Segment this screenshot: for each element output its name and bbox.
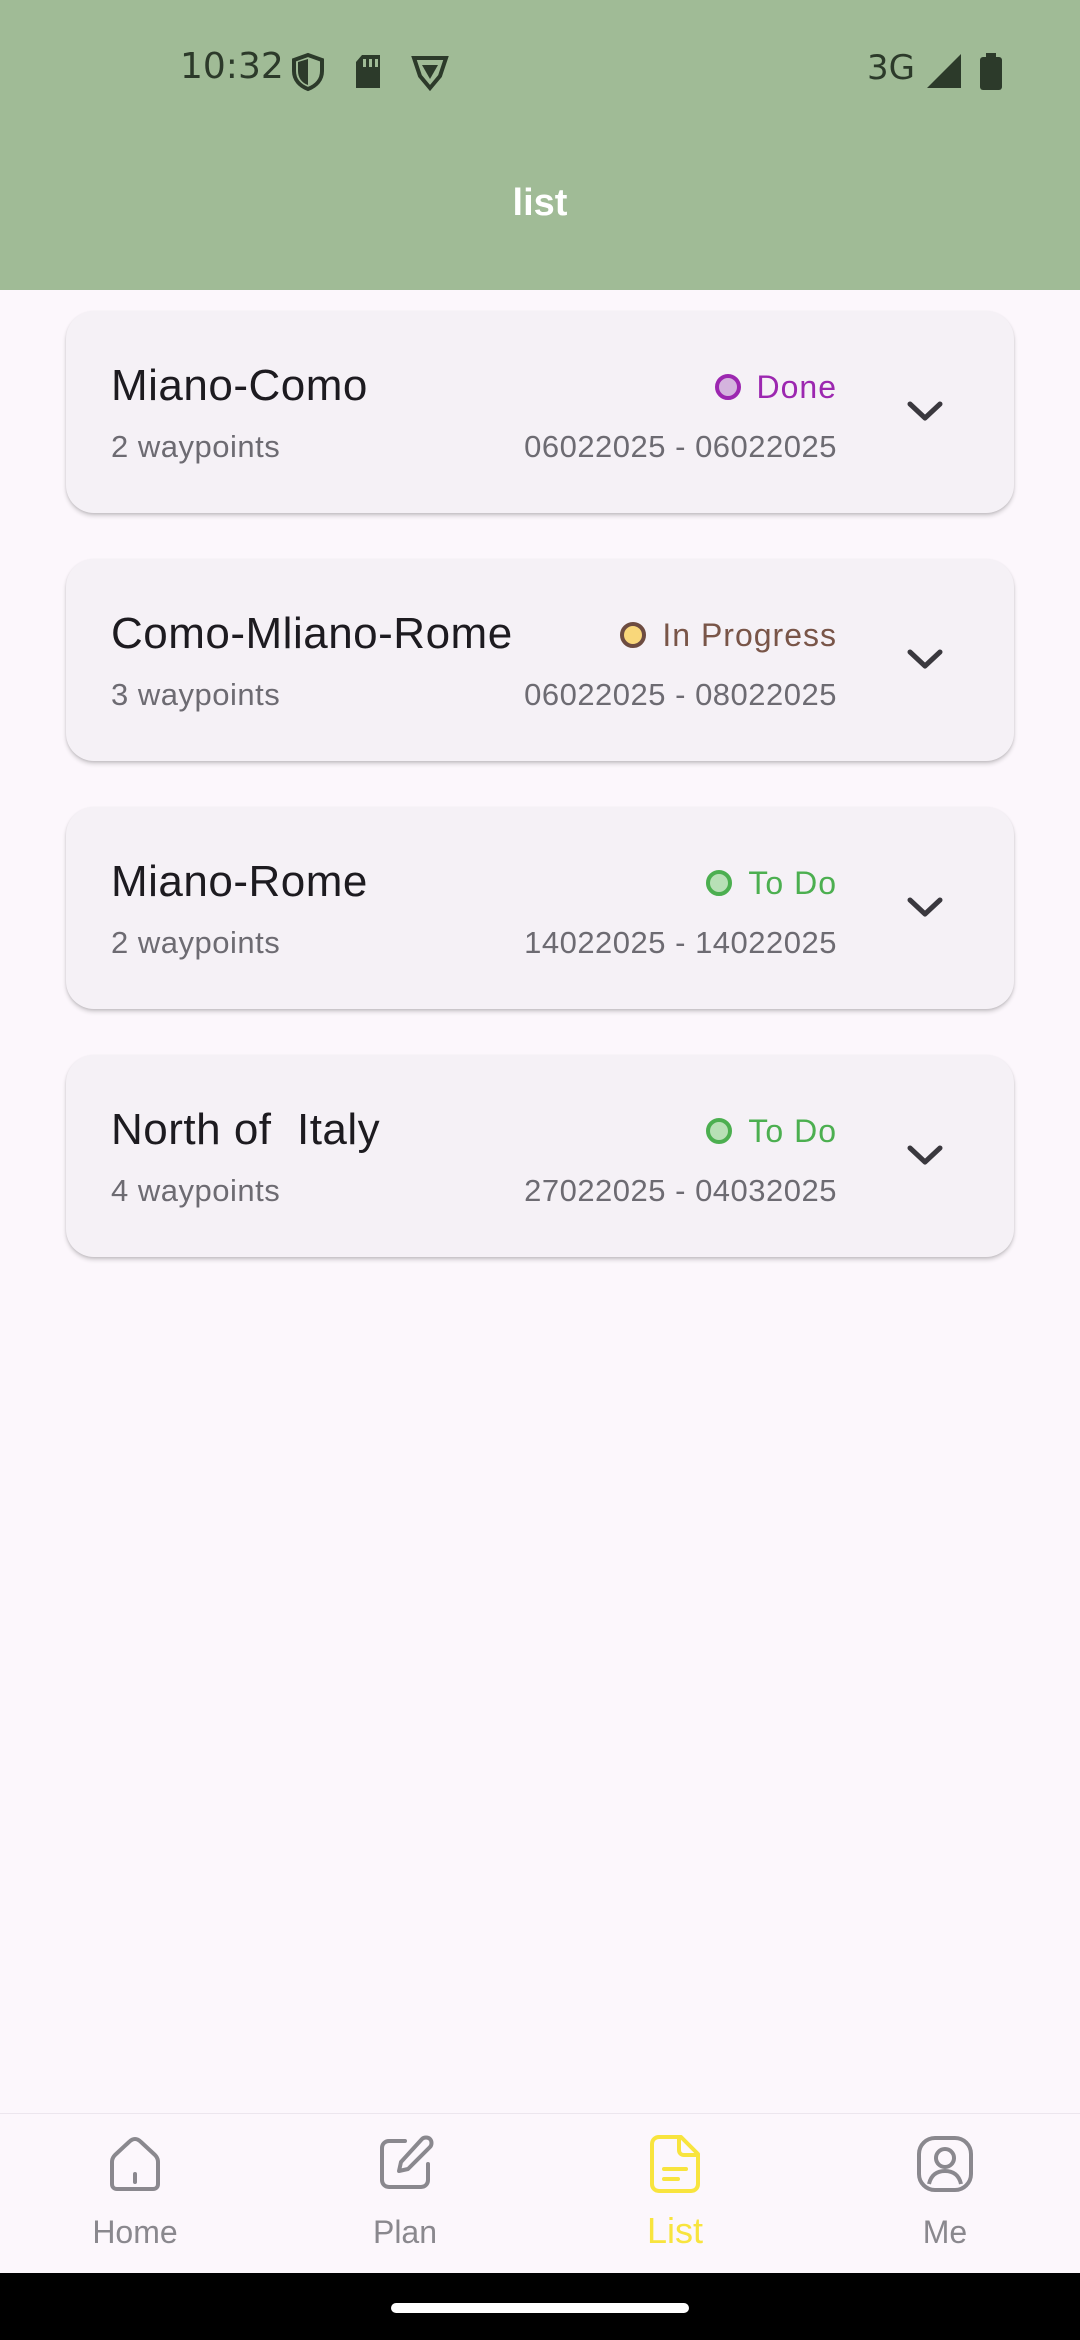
trip-waypoints: 2 waypoints	[111, 925, 281, 960]
chevron-down-icon	[907, 897, 943, 917]
trip-name: North of Italy	[111, 1105, 381, 1154]
status-bar: 10:32 3G	[0, 40, 1080, 104]
home-indicator[interactable]	[391, 2303, 689, 2313]
trip-dates: 14022025 - 14022025	[524, 925, 837, 960]
nav-item-list[interactable]: List	[540, 2114, 810, 2274]
signal-icon	[925, 52, 963, 95]
network-type: 3G	[867, 48, 915, 88]
nav-label-home: Home	[92, 2214, 178, 2250]
chevron-down-icon	[907, 1145, 943, 1165]
nav-label-list: List	[646, 2210, 704, 2251]
nav-item-plan[interactable]: Plan	[270, 2114, 540, 2274]
status-time: 10:32	[180, 46, 284, 87]
nav-item-me[interactable]: Me	[810, 2114, 1080, 2274]
expand-button[interactable]	[902, 389, 948, 435]
user-icon	[917, 2136, 973, 2192]
edit-icon	[380, 2135, 434, 2189]
app-bar: 10:32 3G list	[0, 0, 1080, 290]
vpn-shield-icon	[410, 52, 450, 97]
trip-waypoints: 3 waypoints	[111, 677, 281, 712]
status-dot	[706, 870, 733, 896]
battery-icon	[978, 52, 1004, 97]
trip-waypoints: 2 waypoints	[111, 429, 281, 464]
trip-dates: 27022025 - 04032025	[524, 1173, 837, 1208]
trip-name: Miano-Rome	[111, 857, 368, 906]
trip-name: Miano-Como	[111, 361, 368, 410]
system-gesture-bar	[0, 2273, 1080, 2340]
trip-name: Como-Mliano-Rome	[111, 609, 513, 658]
chevron-down-icon	[907, 401, 943, 421]
trip-dates: 06022025 - 08022025	[524, 677, 837, 712]
status-dot	[620, 622, 647, 648]
nav-label-me: Me	[922, 2214, 968, 2250]
expand-button[interactable]	[902, 885, 948, 931]
document-icon	[650, 2135, 700, 2193]
status-badge: In Progress	[620, 615, 837, 655]
shield-icon	[290, 52, 326, 97]
status-label: To Do	[748, 1112, 837, 1149]
nav-label-plan: Plan	[372, 2214, 438, 2250]
status-label: In Progress	[662, 616, 837, 653]
bottom-navigation: Home Plan List Me	[0, 2113, 1080, 2274]
status-dot	[714, 374, 741, 400]
sd-card-icon	[352, 52, 384, 97]
status-label: To Do	[748, 864, 837, 901]
status-badge: To Do	[706, 1111, 837, 1151]
expand-button[interactable]	[902, 637, 948, 683]
chevron-down-icon	[907, 649, 943, 669]
status-badge: To Do	[706, 863, 837, 903]
status-dot	[706, 1118, 733, 1144]
trip-card[interactable]: Como-Mliano-Rome 3 waypoints In Progress…	[66, 559, 1014, 761]
status-label: Done	[756, 368, 837, 405]
trip-card[interactable]: North of Italy 4 waypoints To Do 2702202…	[66, 1055, 1014, 1257]
page-title: list	[512, 182, 568, 224]
trip-card[interactable]: Miano-Como 2 waypoints Done 06022025 - 0…	[66, 311, 1014, 513]
nav-item-home[interactable]: Home	[0, 2114, 270, 2274]
trip-card[interactable]: Miano-Rome 2 waypoints To Do 14022025 - …	[66, 807, 1014, 1009]
expand-button[interactable]	[902, 1133, 948, 1179]
trip-dates: 06022025 - 06022025	[524, 429, 837, 464]
home-icon	[110, 2137, 160, 2191]
trip-waypoints: 4 waypoints	[111, 1173, 281, 1208]
status-badge: Done	[714, 367, 838, 407]
